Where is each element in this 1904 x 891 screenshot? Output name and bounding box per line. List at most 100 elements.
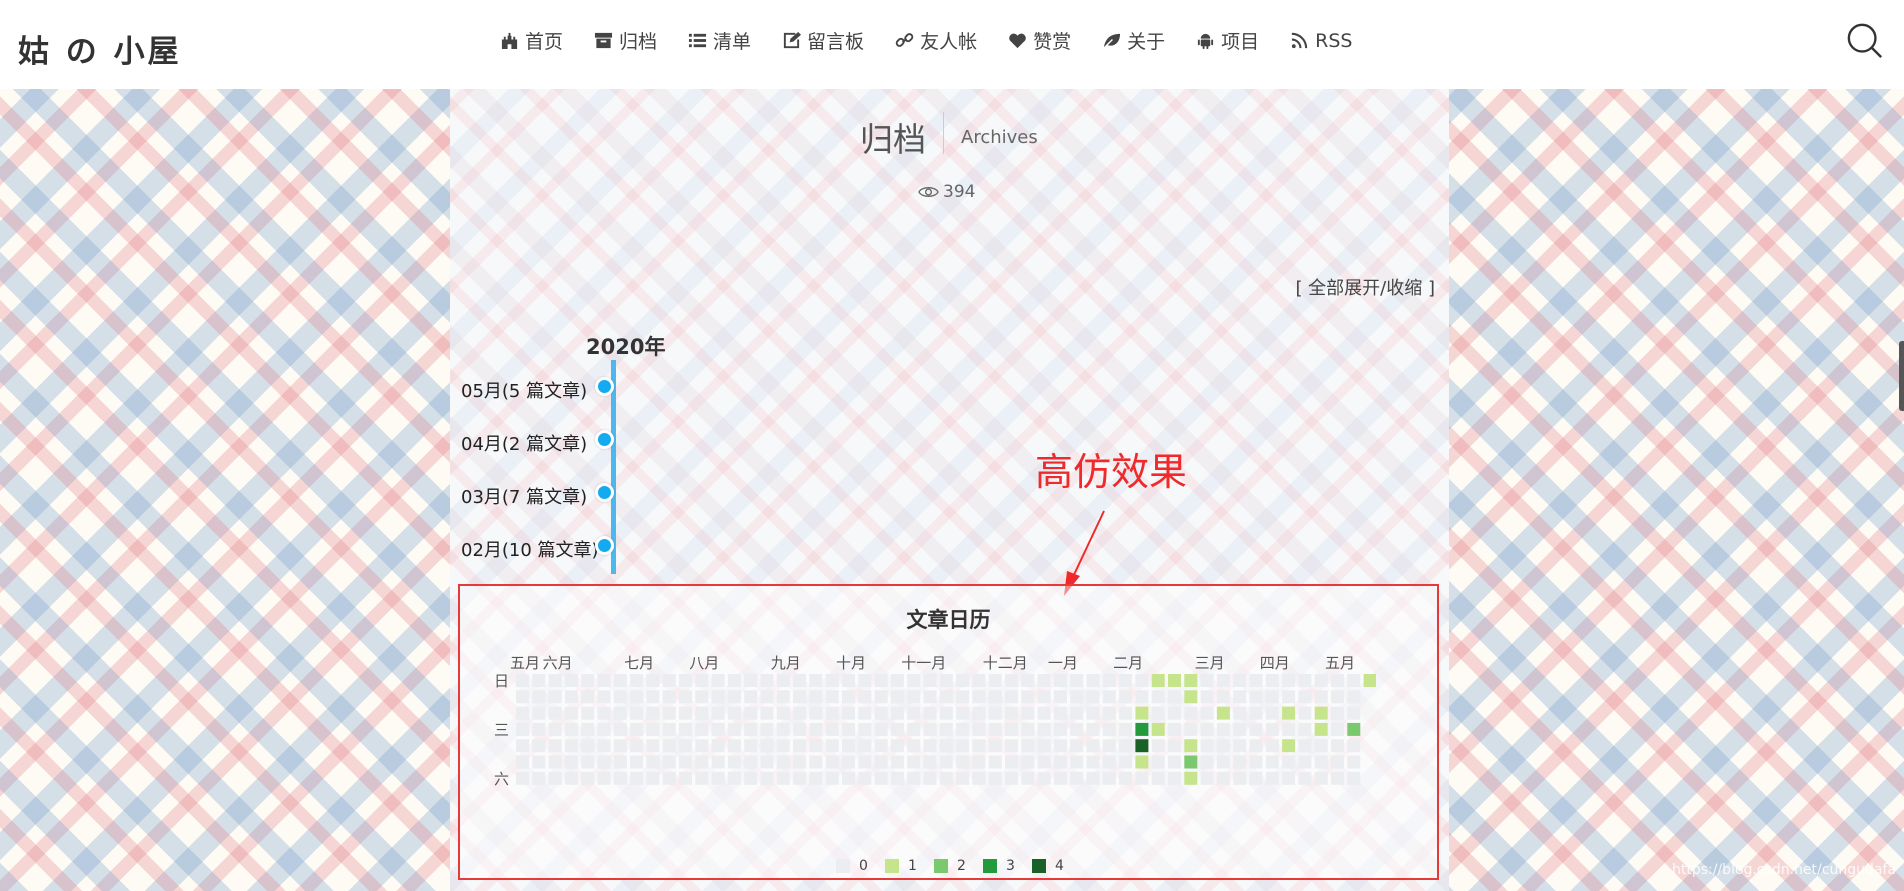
calendar-cell[interactable] xyxy=(1151,722,1165,736)
calendar-cell[interactable] xyxy=(1168,690,1181,704)
calendar-cell[interactable] xyxy=(1151,690,1165,704)
calendar-cell[interactable] xyxy=(1005,771,1018,785)
calendar-cell[interactable] xyxy=(646,722,660,736)
calendar-cell[interactable] xyxy=(1282,755,1296,769)
nav-item-rss[interactable]: RSS xyxy=(1290,27,1352,54)
calendar-cell[interactable] xyxy=(695,755,709,769)
calendar-cell[interactable] xyxy=(923,690,937,704)
calendar-cell[interactable] xyxy=(1200,771,1214,785)
calendar-cell[interactable] xyxy=(1331,739,1344,753)
calendar-cell[interactable] xyxy=(793,706,807,720)
calendar-cell[interactable] xyxy=(776,674,790,687)
calendar-cell[interactable] xyxy=(988,771,1002,785)
calendar-cell[interactable] xyxy=(662,755,676,769)
calendar-cell[interactable] xyxy=(890,771,904,785)
calendar-cell[interactable] xyxy=(1102,771,1116,785)
calendar-cell[interactable] xyxy=(907,755,921,769)
calendar-cell[interactable] xyxy=(1331,706,1344,720)
calendar-cell[interactable] xyxy=(923,674,937,687)
calendar-cell[interactable] xyxy=(923,739,937,753)
calendar-cell[interactable] xyxy=(630,771,644,785)
calendar-cell[interactable] xyxy=(597,706,611,720)
calendar-cell[interactable] xyxy=(956,722,970,736)
calendar-cell[interactable] xyxy=(597,722,611,736)
calendar-cell[interactable] xyxy=(1053,771,1067,785)
calendar-cell[interactable] xyxy=(1005,755,1018,769)
calendar-cell[interactable] xyxy=(809,706,823,720)
calendar-cell[interactable] xyxy=(1102,690,1116,704)
calendar-cell[interactable] xyxy=(1053,674,1067,687)
calendar-cell[interactable] xyxy=(711,722,725,736)
calendar-cell[interactable] xyxy=(842,706,855,720)
calendar-cell[interactable] xyxy=(972,674,986,687)
calendar-cell[interactable] xyxy=(630,722,644,736)
year-label[interactable]: 2020年 xyxy=(586,331,665,361)
calendar-cell[interactable] xyxy=(1119,755,1133,769)
calendar-cell[interactable] xyxy=(662,771,676,785)
calendar-cell[interactable] xyxy=(548,755,562,769)
calendar-cell[interactable] xyxy=(1119,739,1133,753)
calendar-cell[interactable] xyxy=(679,771,692,785)
calendar-cell[interactable] xyxy=(695,706,709,720)
calendar-cell[interactable] xyxy=(776,739,790,753)
calendar-cell[interactable] xyxy=(1298,722,1312,736)
calendar-cell[interactable] xyxy=(662,674,676,687)
calendar-cell[interactable] xyxy=(1021,722,1035,736)
calendar-cell[interactable] xyxy=(907,722,921,736)
calendar-cell[interactable] xyxy=(679,755,692,769)
calendar-cell[interactable] xyxy=(1216,739,1230,753)
calendar-cell[interactable] xyxy=(695,739,709,753)
calendar-cell[interactable] xyxy=(1233,706,1247,720)
calendar-cell[interactable] xyxy=(858,739,872,753)
calendar-cell[interactable] xyxy=(1363,674,1376,687)
calendar-cell[interactable] xyxy=(1282,706,1296,720)
calendar-cell[interactable] xyxy=(613,722,627,736)
calendar-cell[interactable] xyxy=(581,706,595,720)
calendar-cell[interactable] xyxy=(1249,771,1263,785)
calendar-cell[interactable] xyxy=(581,674,595,687)
calendar-cell[interactable] xyxy=(1037,722,1051,736)
calendar-cell[interactable] xyxy=(516,690,529,704)
calendar-cell[interactable] xyxy=(776,771,790,785)
calendar-cell[interactable] xyxy=(1119,722,1133,736)
calendar-cell[interactable] xyxy=(532,771,546,785)
calendar-cell[interactable] xyxy=(825,706,839,720)
calendar-cell[interactable] xyxy=(711,755,725,769)
calendar-cell[interactable] xyxy=(1135,771,1149,785)
calendar-cell[interactable] xyxy=(548,706,562,720)
calendar-cell[interactable] xyxy=(646,674,660,687)
calendar-cell[interactable] xyxy=(727,722,741,736)
calendar-cell[interactable] xyxy=(776,722,790,736)
calendar-cell[interactable] xyxy=(1135,674,1149,687)
calendar-cell[interactable] xyxy=(793,690,807,704)
calendar-cell[interactable] xyxy=(890,706,904,720)
calendar-cell[interactable] xyxy=(825,755,839,769)
calendar-cell[interactable] xyxy=(858,674,872,687)
calendar-cell[interactable] xyxy=(1168,722,1181,736)
calendar-cell[interactable] xyxy=(516,755,529,769)
calendar-cell[interactable] xyxy=(1070,690,1084,704)
calendar-cell[interactable] xyxy=(809,739,823,753)
calendar-cell[interactable] xyxy=(842,674,855,687)
calendar-cell[interactable] xyxy=(679,690,692,704)
calendar-cell[interactable] xyxy=(760,755,774,769)
calendar-cell[interactable] xyxy=(613,739,627,753)
calendar-cell[interactable] xyxy=(809,690,823,704)
calendar-cell[interactable] xyxy=(1135,706,1149,720)
calendar-cell[interactable] xyxy=(1314,739,1328,753)
calendar-cell[interactable] xyxy=(630,739,644,753)
calendar-cell[interactable] xyxy=(809,755,823,769)
calendar-cell[interactable] xyxy=(890,690,904,704)
calendar-cell[interactable] xyxy=(939,690,953,704)
calendar-cell[interactable] xyxy=(809,771,823,785)
timeline-month[interactable]: 02月(10 篇文章) xyxy=(461,536,599,562)
calendar-cell[interactable] xyxy=(825,690,839,704)
calendar-cell[interactable] xyxy=(1168,674,1181,687)
calendar-cell[interactable] xyxy=(842,690,855,704)
calendar-cell[interactable] xyxy=(1347,739,1361,753)
calendar-cell[interactable] xyxy=(1184,706,1198,720)
calendar-cell[interactable] xyxy=(711,771,725,785)
calendar-cell[interactable] xyxy=(662,706,676,720)
calendar-cell[interactable] xyxy=(581,690,595,704)
calendar-cell[interactable] xyxy=(939,739,953,753)
